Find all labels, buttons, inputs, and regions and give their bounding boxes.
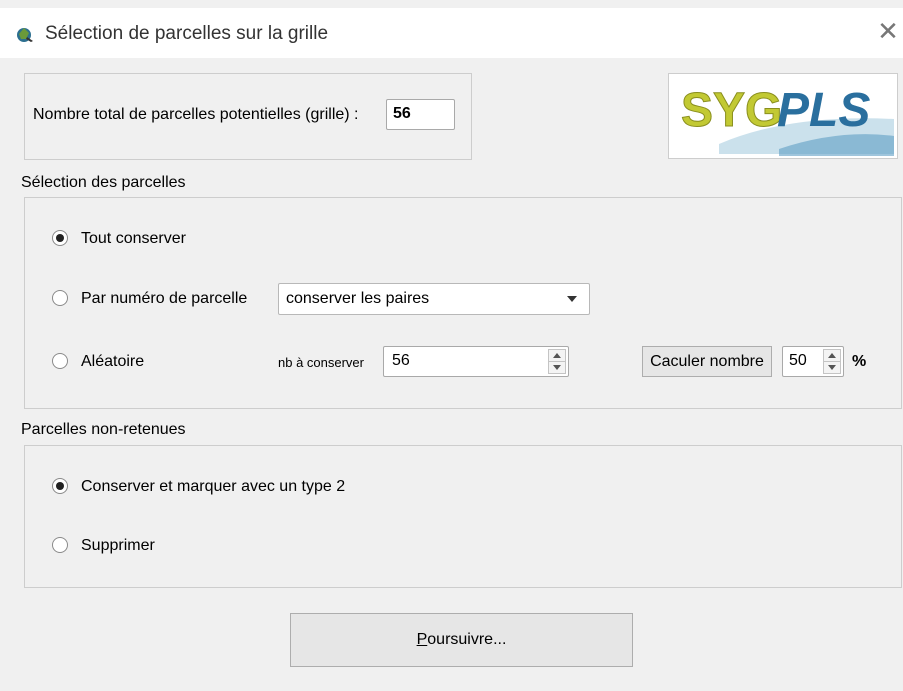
title-bar: Sélection de parcelles sur la grille ✕ <box>0 8 903 58</box>
total-parcels-group: Nombre total de parcelles potentielles (… <box>24 73 472 160</box>
nb-to-keep-spinbox[interactable]: 56 <box>383 346 569 377</box>
nb-to-keep-stepper[interactable] <box>548 349 566 374</box>
total-parcels-field[interactable]: 56 <box>386 99 455 130</box>
continue-label: oursuivre... <box>427 631 507 648</box>
percent-spinbox[interactable]: 50 <box>782 346 844 377</box>
radio-by-number[interactable] <box>52 290 68 306</box>
dialog-window: Sélection de parcelles sur la grille ✕ N… <box>0 0 903 691</box>
radio-delete[interactable] <box>52 537 68 553</box>
app-icon <box>17 28 33 42</box>
selection-group: Tout conserver Par numéro de parcelle co… <box>24 197 902 409</box>
chevron-down-icon <box>567 296 577 302</box>
continue-button[interactable]: Poursuivre... <box>290 613 633 667</box>
radio-keep-mark[interactable] <box>52 478 68 494</box>
spin-up-icon[interactable] <box>549 350 565 362</box>
parity-select[interactable]: conserver les paires <box>278 283 590 315</box>
selection-section-label: Sélection des parcelles <box>21 174 186 191</box>
radio-random[interactable] <box>52 353 68 369</box>
percent-stepper[interactable] <box>823 349 841 374</box>
percent-value: 50 <box>789 352 807 369</box>
keep-mark-label[interactable]: Conserver et marquer avec un type 2 <box>81 478 345 496</box>
nb-to-keep-value: 56 <box>392 352 410 369</box>
logo-graphic: SYG PLS <box>681 84 894 156</box>
spin-up-icon[interactable] <box>824 350 840 362</box>
spin-down-icon[interactable] <box>824 362 840 374</box>
spin-down-icon[interactable] <box>549 362 565 374</box>
window-title: Sélection de parcelles sur la grille <box>45 23 329 44</box>
close-icon[interactable]: ✕ <box>875 18 901 44</box>
parity-select-value: conserver les paires <box>286 290 430 307</box>
sygpls-logo: SYG PLS <box>668 73 898 159</box>
radio-keep-all[interactable] <box>52 230 68 246</box>
keep-all-label[interactable]: Tout conserver <box>81 230 186 248</box>
logo-text-syg: SYG <box>681 84 782 137</box>
unretained-group: Conserver et marquer avec un type 2 Supp… <box>24 445 902 588</box>
nb-to-keep-label: nb à conserver <box>278 355 364 370</box>
random-label[interactable]: Aléatoire <box>81 353 144 371</box>
unretained-section-label: Parcelles non-retenues <box>21 421 186 438</box>
delete-label[interactable]: Supprimer <box>81 537 155 555</box>
continue-mnemonic: P <box>416 631 428 648</box>
calc-number-button[interactable]: Caculer nombre <box>642 346 772 377</box>
total-parcels-label: Nombre total de parcelles potentielles (… <box>33 106 359 123</box>
logo-text-pls: PLS <box>777 84 870 137</box>
percent-symbol: % <box>852 353 867 370</box>
by-number-label[interactable]: Par numéro de parcelle <box>81 290 247 308</box>
